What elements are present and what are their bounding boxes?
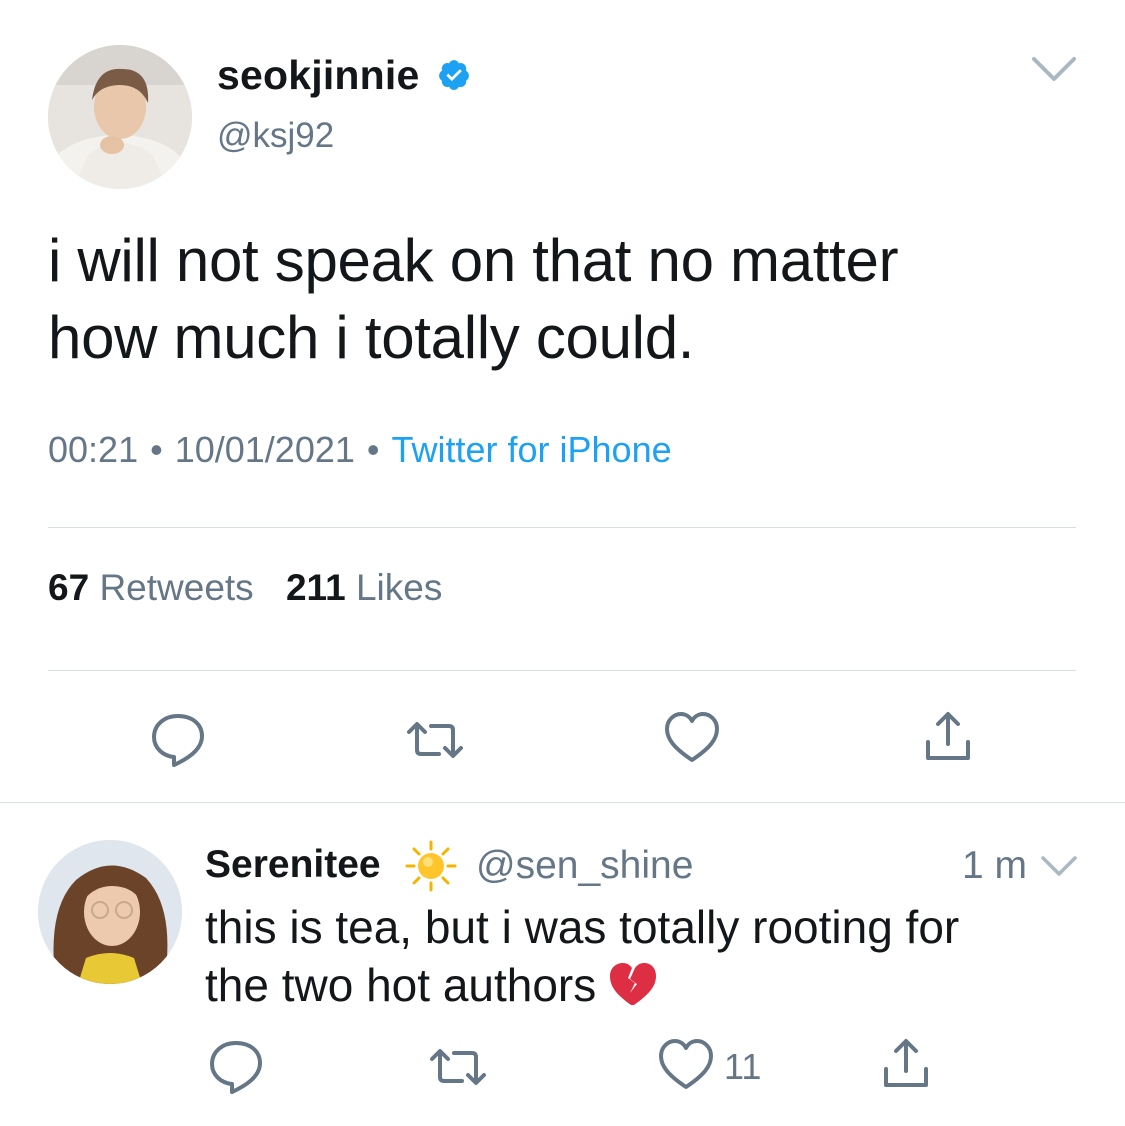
tweet-date: 10/01/2021 [174, 429, 355, 470]
reply-display-name[interactable]: Serenitee [205, 843, 381, 887]
chevron-down-icon[interactable] [1030, 54, 1078, 84]
tweet-stats: 67 Retweets 211 Likes [48, 567, 442, 609]
sun-emoji-icon [405, 840, 457, 892]
likes-stat[interactable]: 211 Likes [286, 567, 442, 608]
retweets-label: Retweets [99, 567, 254, 608]
retweet-icon[interactable] [405, 710, 465, 770]
likes-count: 211 [285, 567, 346, 608]
divider [48, 527, 1076, 528]
heart-icon[interactable] [662, 708, 722, 768]
divider [0, 802, 1125, 803]
reply-text-line: the two hot authors [205, 959, 597, 1011]
meta-separator: • [150, 429, 163, 470]
retweets-count: 67 [48, 567, 90, 608]
verified-badge-icon [439, 60, 469, 90]
reply-icon[interactable] [206, 1035, 266, 1095]
tweet-source-link[interactable]: Twitter for iPhone [392, 429, 672, 470]
chevron-down-icon[interactable] [1040, 854, 1078, 878]
reply-text: this is tea, but i was totally rooting f… [205, 898, 1105, 1014]
share-icon[interactable] [918, 708, 978, 768]
retweets-stat[interactable]: 67 Retweets [48, 567, 254, 608]
retweet-icon[interactable] [428, 1037, 488, 1097]
divider [48, 670, 1076, 671]
avatar[interactable] [48, 45, 192, 189]
tweet-text-line: how much i totally could. [48, 304, 695, 371]
display-name[interactable]: seokjinnie [217, 52, 471, 99]
heart-icon[interactable] [656, 1035, 716, 1095]
reply-icon[interactable] [148, 708, 208, 768]
tweet-meta: 00:21 • 10/01/2021 • Twitter for iPhone [48, 429, 672, 471]
likes-label: Likes [355, 567, 443, 608]
reply-text-line-with-emoji: the two hot authors [205, 956, 1105, 1014]
reply-avatar-photo [38, 840, 182, 984]
tweet-text-line: i will not speak on that no matter [48, 227, 899, 294]
broken-heart-emoji-icon [610, 963, 657, 1005]
tweet-text: i will not speak on that no matter how m… [48, 222, 1088, 376]
share-icon[interactable] [876, 1035, 936, 1095]
reply-avatar[interactable] [38, 840, 182, 984]
display-name-text: seokjinnie [217, 52, 420, 98]
avatar-photo [48, 45, 192, 189]
reply-handle[interactable]: @sen_shine [476, 844, 693, 888]
reply-text-line: this is tea, but i was totally rooting f… [205, 901, 960, 953]
reply-like-count: 11 [724, 1046, 762, 1087]
tweet-time: 00:21 [48, 429, 139, 470]
reply-timestamp: 1 m [962, 844, 1028, 887]
user-handle[interactable]: @ksj92 [217, 116, 334, 156]
meta-separator: • [366, 429, 380, 470]
